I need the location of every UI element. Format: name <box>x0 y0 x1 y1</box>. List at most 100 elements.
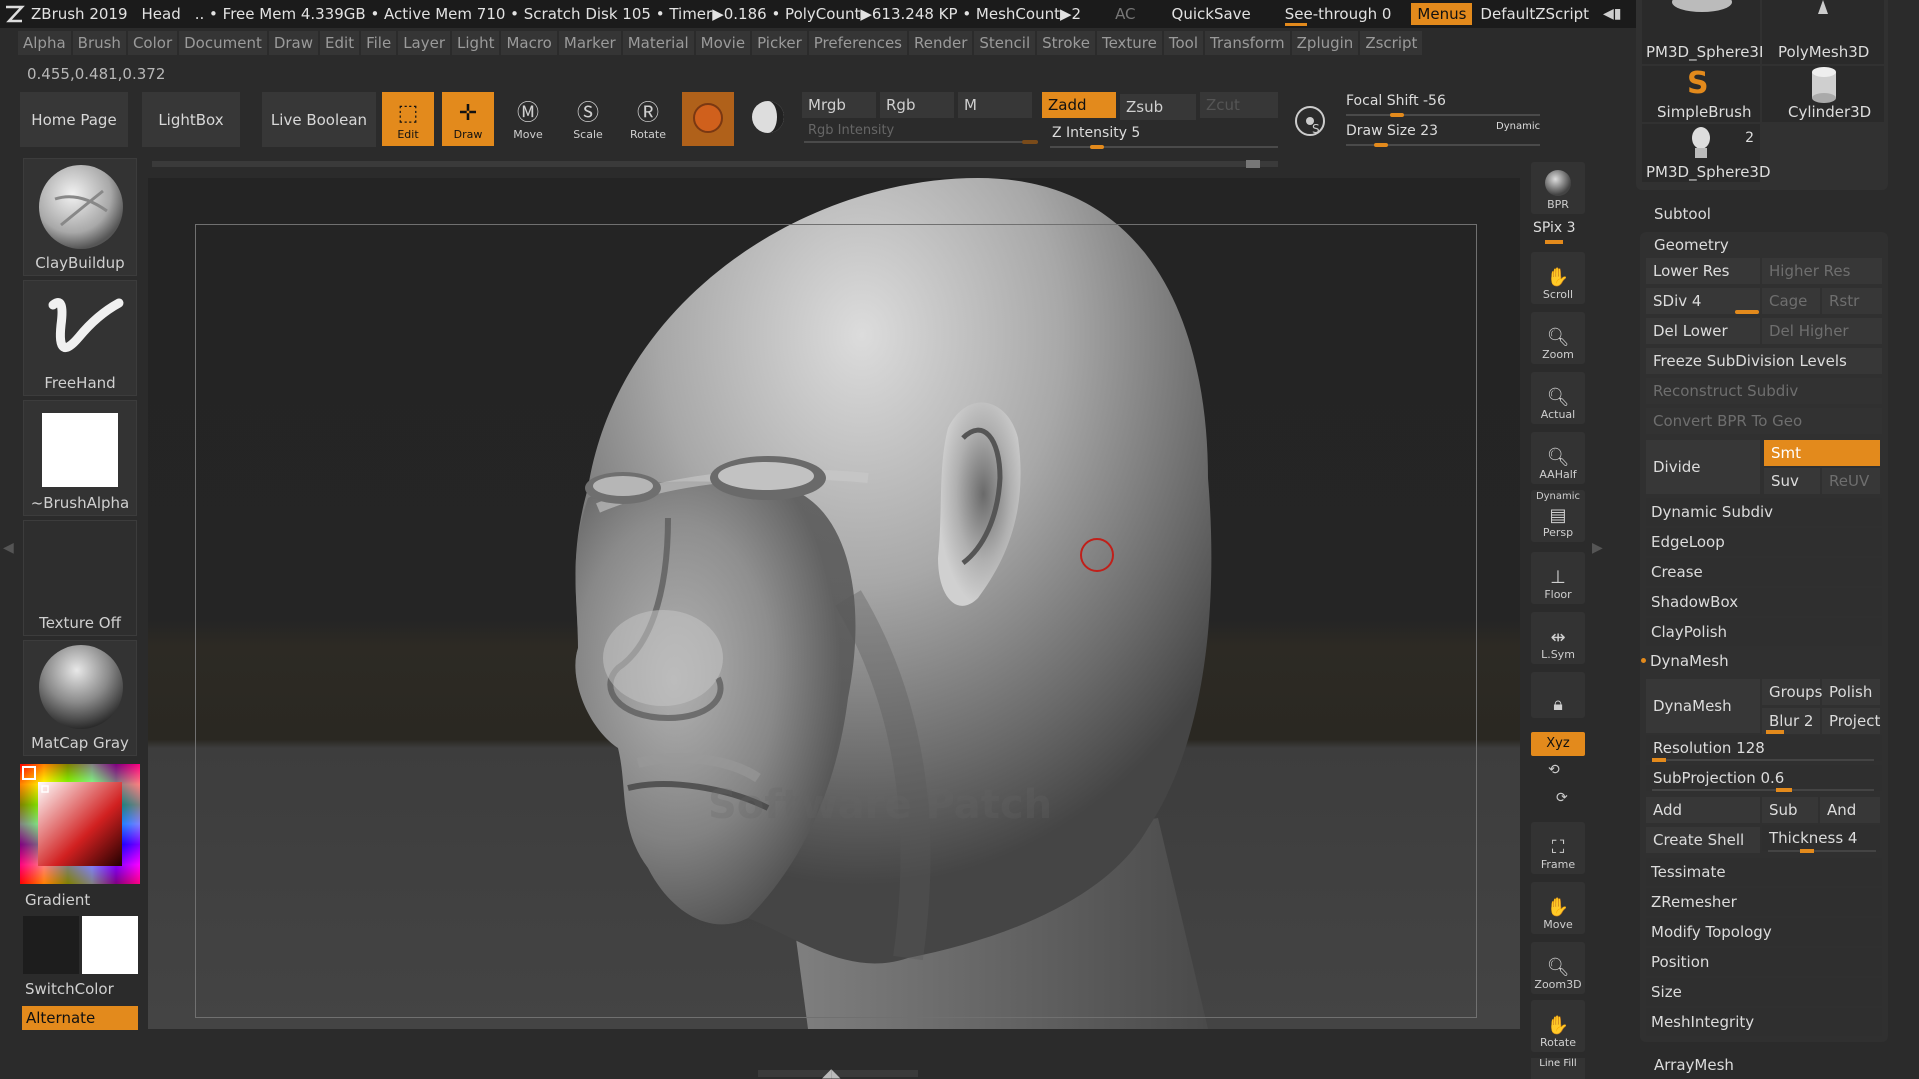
move-mode-button[interactable]: Ⓜ Move <box>502 92 554 146</box>
zoom3d-button[interactable]: 🔍︎ Zoom3D <box>1531 942 1585 994</box>
menus-toggle[interactable]: Menus <box>1411 3 1473 25</box>
higher-res-button[interactable]: Higher Res <box>1762 258 1882 284</box>
resolution-slider[interactable]: Resolution 128 <box>1646 735 1882 761</box>
default-zscript-button[interactable]: DefaultZScript <box>1480 5 1589 23</box>
menu-draw[interactable]: Draw <box>268 31 319 55</box>
bpr-button[interactable]: BPR <box>1531 162 1585 214</box>
ac-toggle[interactable]: AC <box>1115 5 1135 23</box>
shadowbox-section[interactable]: ShadowBox <box>1646 588 1882 616</box>
tool-cylinder3d[interactable]: Cylinder3D <box>1762 66 1884 122</box>
tool-polymesh3d[interactable]: PolyMesh3D <box>1762 0 1884 64</box>
menu-movie[interactable]: Movie <box>695 31 751 55</box>
menu-brush[interactable]: Brush <box>72 31 126 55</box>
lightbox-button[interactable]: LightBox <box>142 92 240 147</box>
zsub-button[interactable]: Zsub <box>1120 94 1196 120</box>
menu-layer[interactable]: Layer <box>398 31 451 55</box>
tool-pm3d-sphere-1[interactable]: PM3D_Sphere3D <box>1642 0 1771 64</box>
rotate-y-icon[interactable]: ⟲ <box>1548 762 1560 778</box>
project-toggle[interactable]: Project <box>1822 708 1880 734</box>
focal-shift-slider[interactable] <box>1346 114 1540 116</box>
del-higher-button[interactable]: Del Higher <box>1762 318 1882 344</box>
spix-slider[interactable]: SPix 3 <box>1533 220 1576 236</box>
menu-zplugin[interactable]: Zplugin <box>1291 31 1359 55</box>
menu-light[interactable]: Light <box>452 31 500 55</box>
xyz-button[interactable]: Xyz <box>1531 732 1585 756</box>
zoom-button[interactable]: 🔍︎ Zoom <box>1531 312 1585 364</box>
crease-section[interactable]: Crease <box>1646 558 1882 586</box>
bottom-tray-toggle-icon[interactable]: ◢◣ <box>822 1066 840 1079</box>
and-button[interactable]: And <box>1820 797 1880 823</box>
primary-color-swatch[interactable] <box>82 916 138 974</box>
secondary-color-swatch[interactable] <box>23 916 79 974</box>
rotate-view-button[interactable]: ✋ Rotate <box>1531 1000 1585 1052</box>
groups-toggle[interactable]: Groups <box>1762 679 1822 705</box>
menu-tool[interactable]: Tool <box>1163 31 1204 55</box>
menu-alpha[interactable]: Alpha <box>18 31 71 55</box>
menu-transform[interactable]: Transform <box>1205 31 1290 55</box>
mrgb-button[interactable]: Mrgb <box>802 92 876 118</box>
menu-color[interactable]: Color <box>127 31 178 55</box>
right-tray-toggle-icon[interactable]: ▶ <box>1592 540 1603 556</box>
arraymesh-section-header[interactable]: ArrayMesh <box>1654 1056 1734 1074</box>
document-scrollbar[interactable] <box>152 161 1278 167</box>
rotate-mode-button[interactable]: Ⓡ Rotate <box>622 92 674 146</box>
freeze-subdivision-levels-button[interactable]: Freeze SubDivision Levels <box>1646 348 1882 374</box>
left-tray-toggle-icon[interactable]: ◀ <box>3 540 14 556</box>
material-sphere-button[interactable] <box>682 92 734 146</box>
polish-toggle[interactable]: Polish <box>1822 679 1880 705</box>
menu-macro[interactable]: Macro <box>501 31 557 55</box>
size-section[interactable]: Size <box>1646 978 1882 1006</box>
reuv-button[interactable]: ReUV <box>1822 468 1880 494</box>
rgb-intensity-slider[interactable] <box>804 141 1038 143</box>
texture-slot[interactable]: Texture Off <box>23 520 137 636</box>
dynamic-toggle[interactable]: Dynamic <box>1496 121 1540 132</box>
switchcolor-button[interactable]: SwitchColor <box>25 980 114 998</box>
menu-picker[interactable]: Picker <box>752 31 807 55</box>
live-boolean-button[interactable]: Live Boolean <box>262 92 376 147</box>
gradient-label[interactable]: Gradient <box>25 891 90 909</box>
suv-toggle[interactable]: Suv <box>1764 468 1820 494</box>
zcut-button[interactable]: Zcut <box>1200 92 1278 118</box>
divide-button[interactable]: Divide <box>1646 440 1760 494</box>
geometry-section-header[interactable]: Geometry <box>1654 236 1729 254</box>
scroll-button[interactable]: ✋ Scroll <box>1531 252 1585 304</box>
lazymouse-button[interactable]: S <box>1285 96 1335 146</box>
color-sphere-button[interactable] <box>742 92 794 146</box>
del-lower-button[interactable]: Del Lower <box>1646 318 1760 344</box>
edit-mode-button[interactable]: ⬚ Edit <box>382 92 434 146</box>
aahalf-button[interactable]: 🔍︎ AAHalf <box>1531 432 1585 484</box>
transp-lock-button[interactable]: 🔒︎ <box>1531 672 1585 718</box>
actual-button[interactable]: 🔍︎ Actual <box>1531 372 1585 424</box>
stroke-slot[interactable]: FreeHand <box>23 280 137 396</box>
z-intensity-slider[interactable] <box>1050 146 1278 148</box>
move-view-button[interactable]: ✋ Move <box>1531 882 1585 934</box>
material-slot[interactable]: MatCap Gray <box>23 640 137 756</box>
smt-toggle[interactable]: Smt <box>1764 440 1880 466</box>
menu-material[interactable]: Material <box>622 31 694 55</box>
dynamesh-button[interactable]: DynaMesh <box>1646 679 1760 733</box>
menu-edit[interactable]: Edit <box>320 31 360 55</box>
rgb-button[interactable]: Rgb <box>880 92 954 118</box>
menu-preferences[interactable]: Preferences <box>808 31 907 55</box>
color-picker[interactable] <box>20 764 140 884</box>
rstr-button[interactable]: Rstr <box>1822 288 1882 314</box>
lsym-button[interactable]: ⇹ L.Sym <box>1531 612 1585 664</box>
reconstruct-subdiv-button[interactable]: Reconstruct Subdiv <box>1646 378 1882 404</box>
brush-slot[interactable]: ClayBuildup <box>23 158 137 276</box>
menu-stencil[interactable]: Stencil <box>974 31 1036 55</box>
thickness-slider[interactable]: Thickness 4 <box>1762 825 1880 851</box>
cage-button[interactable]: Cage <box>1762 288 1820 314</box>
zadd-button[interactable]: Zadd <box>1042 92 1116 118</box>
add-button[interactable]: Add <box>1646 797 1760 823</box>
modify-topology-section[interactable]: Modify Topology <box>1646 918 1882 946</box>
tool-pm3d-sphere-2[interactable]: 2 PM3D_Sphere3D <box>1642 124 1771 182</box>
canvas-viewport[interactable]: Software Patch <box>148 178 1520 1029</box>
alternate-button[interactable]: Alternate <box>22 1006 138 1030</box>
menu-file[interactable]: File <box>361 31 397 55</box>
tessimate-section[interactable]: Tessimate <box>1646 858 1882 886</box>
edgeloop-section[interactable]: EdgeLoop <box>1646 528 1882 556</box>
tool-simplebrush[interactable]: S SimpleBrush <box>1642 66 1760 122</box>
home-page-button[interactable]: Home Page <box>20 92 128 147</box>
menu-texture[interactable]: Texture <box>1096 31 1162 55</box>
draw-mode-button[interactable]: ✛ Draw <box>442 92 494 146</box>
